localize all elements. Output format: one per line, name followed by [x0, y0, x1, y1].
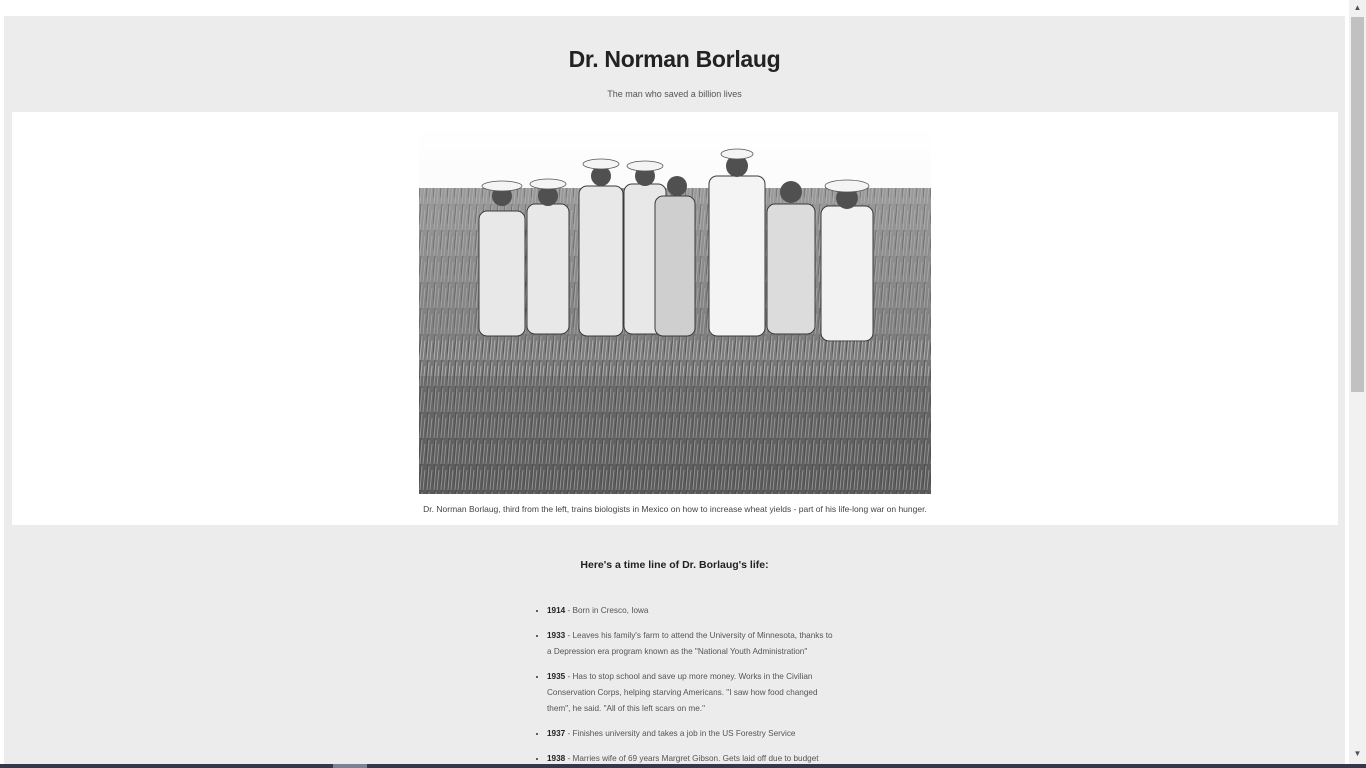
- scroll-down-arrow-icon[interactable]: ▼: [1349, 746, 1366, 762]
- timeline-text: - Leaves his family's farm to attend the…: [547, 631, 833, 656]
- tribute-info: Here's a time line of Dr. Borlaug's life…: [4, 559, 1345, 763]
- timeline-list: 1914 - Born in Cresco, Iowa 1933 - Leave…: [534, 603, 837, 764]
- scroll-up-arrow-icon[interactable]: ▲: [1349, 0, 1366, 16]
- browser-viewport: Dr. Norman Borlaug The man who saved a b…: [0, 0, 1349, 764]
- timeline-year: 1937: [547, 729, 566, 738]
- timeline-item: 1935 - Has to stop school and save up mo…: [547, 669, 837, 717]
- tribute-page: Dr. Norman Borlaug The man who saved a b…: [4, 16, 1345, 764]
- timeline-year: 1935: [547, 672, 566, 681]
- borlaug-photo: [419, 126, 931, 494]
- taskbar-active-app[interactable]: [333, 764, 367, 768]
- page-title: Dr. Norman Borlaug: [568, 46, 781, 72]
- scrollbar-thumb[interactable]: [1351, 17, 1364, 392]
- timeline-text: - Born in Cresco, Iowa: [565, 606, 649, 615]
- image-panel: Dr. Norman Borlaug, third from the left,…: [12, 112, 1338, 525]
- timeline-item: 1914 - Born in Cresco, Iowa: [547, 603, 837, 619]
- page-subtitle: The man who saved a billion lives: [607, 89, 742, 99]
- image-caption: Dr. Norman Borlaug, third from the left,…: [423, 504, 927, 514]
- timeline-text: - Has to stop school and save up more mo…: [547, 672, 818, 713]
- taskbar: [0, 764, 1366, 768]
- timeline-item: 1933 - Leaves his family's farm to atten…: [547, 628, 837, 660]
- timeline-text: - Marries wife of 69 years Margret Gibso…: [565, 754, 819, 763]
- timeline-item: 1938 - Marries wife of 69 years Margret …: [547, 751, 837, 764]
- timeline-year: 1938: [547, 754, 566, 763]
- timeline-text: - Finishes university and takes a job in…: [565, 729, 796, 738]
- vertical-scrollbar[interactable]: ▲ ▼: [1349, 0, 1366, 764]
- timeline-year: 1914: [547, 606, 566, 615]
- timeline-item: 1937 - Finishes university and takes a j…: [547, 726, 837, 742]
- timeline-year: 1933: [547, 631, 566, 640]
- timeline-heading: Here's a time line of Dr. Borlaug's life…: [580, 559, 769, 571]
